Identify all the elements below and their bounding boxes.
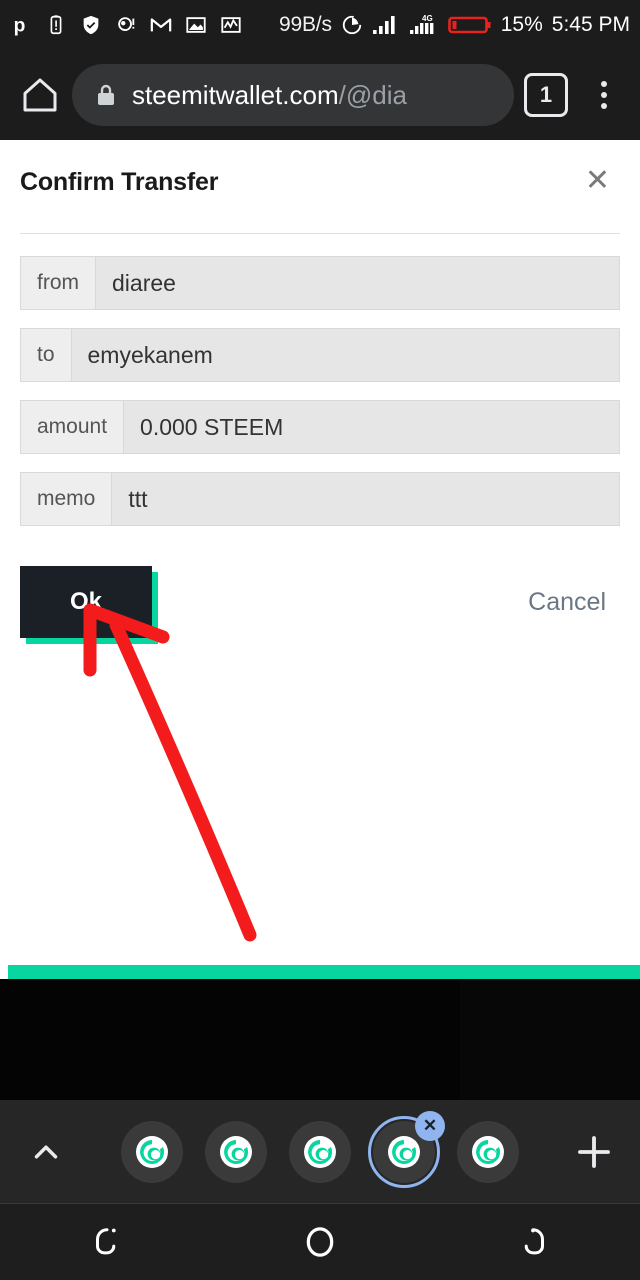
status-bar-system-icons: 99B/s 4G 15% 5:45 PM: [279, 12, 630, 38]
opera-icon: p: [14, 15, 26, 36]
field-amount: amount 0.000 STEEM: [20, 400, 620, 454]
url-text: steemitwallet.com/@dia: [132, 80, 407, 111]
field-value: diaree: [95, 256, 620, 310]
tab-item-2[interactable]: [205, 1120, 267, 1183]
battery-low-icon: [447, 16, 491, 34]
alert-dot-icon: [118, 17, 135, 31]
back-icon: [95, 1228, 116, 1255]
field-label: memo: [20, 472, 112, 526]
tab-item-4-active[interactable]: ✕: [368, 1110, 445, 1188]
tab-count-button[interactable]: 1: [524, 73, 568, 117]
dialog-actions: Ok Cancel: [20, 566, 620, 644]
overflow-menu-icon[interactable]: [582, 81, 626, 109]
nav-home-button[interactable]: [275, 1212, 365, 1272]
nav-recents-button[interactable]: [488, 1212, 578, 1272]
field-value: emyekanem: [70, 328, 620, 382]
url-domain: steemitwallet.com: [132, 79, 339, 110]
battery-alert-icon: [50, 15, 62, 35]
close-icon[interactable]: ✕: [575, 162, 620, 200]
collapse-tabs-button[interactable]: [18, 1133, 74, 1171]
field-memo: memo ttt: [20, 472, 620, 526]
dark-overlay-strip: [0, 979, 640, 1100]
steemit-favicon: [136, 1135, 168, 1168]
ok-button[interactable]: Ok: [20, 566, 152, 638]
steemit-favicon: [220, 1135, 252, 1168]
new-tab-button[interactable]: [566, 1131, 622, 1173]
field-from: from diaree: [20, 256, 620, 310]
phone-screen: p 99B/s 4G 15% 5:45 PM steemitwallet.com…: [0, 0, 640, 1280]
confirm-transfer-dialog: Confirm Transfer ✕ from diaree to emyeka…: [0, 140, 640, 644]
tab-item-1[interactable]: [121, 1120, 183, 1183]
url-path: /@dia: [338, 79, 407, 110]
field-label: to: [20, 328, 71, 382]
recents-icon: [525, 1228, 545, 1255]
plus-icon: [578, 1135, 610, 1168]
steemit-favicon: [472, 1135, 504, 1168]
image-icon: [186, 17, 206, 33]
network-speed-label: 99B/s: [279, 13, 332, 36]
gmail-icon: [150, 18, 172, 32]
field-value: ttt: [111, 472, 620, 526]
divider: [20, 233, 620, 234]
accent-bar: [8, 965, 640, 979]
tab-list: ✕: [74, 1110, 566, 1188]
svg-text:4G: 4G: [422, 14, 433, 23]
field-to: to emyekanem: [20, 328, 620, 382]
browser-toolbar: steemitwallet.com/@dia 1: [0, 50, 640, 140]
battery-percent-label: 15%: [500, 13, 543, 36]
activity-chart-icon: [221, 17, 241, 33]
tab-item-3[interactable]: [289, 1120, 351, 1183]
field-label: from: [20, 256, 95, 310]
steemit-favicon: [304, 1135, 336, 1168]
cancel-button[interactable]: Cancel: [528, 588, 606, 617]
home-circle-icon: [306, 1227, 334, 1257]
lock-icon: [98, 84, 114, 105]
dialog-header: Confirm Transfer ✕: [20, 162, 620, 200]
ok-button-wrapper: Ok: [20, 566, 158, 644]
signal-bars-icon: [372, 16, 395, 34]
nav-back-button[interactable]: [62, 1212, 152, 1272]
home-button[interactable]: [14, 69, 66, 121]
dark-overlay-panel: [460, 979, 640, 1100]
android-nav-bar: [0, 1204, 640, 1280]
field-label: amount: [20, 400, 124, 454]
tab-item-5[interactable]: [457, 1120, 519, 1183]
data-usage-pie-icon: [342, 15, 361, 35]
page-content: Confirm Transfer ✕ from diaree to emyeka…: [0, 140, 640, 965]
svg-text:p: p: [14, 15, 26, 36]
page-title: Confirm Transfer: [20, 168, 219, 196]
shield-check-icon: [83, 15, 99, 35]
status-bar-notification-icons: p: [10, 13, 242, 37]
url-bar[interactable]: steemitwallet.com/@dia: [72, 64, 514, 126]
signal-bars-4g-icon: 4G: [409, 14, 434, 34]
clock-label: 5:45 PM: [551, 13, 630, 36]
close-tab-icon[interactable]: ✕: [415, 1110, 445, 1141]
chevron-up-icon: [34, 1145, 58, 1158]
tab-strip: ✕: [0, 1100, 640, 1204]
field-value: 0.000 STEEM: [123, 400, 620, 454]
home-icon: [23, 78, 57, 112]
status-bar: p 99B/s 4G 15% 5:45 PM: [0, 0, 640, 50]
